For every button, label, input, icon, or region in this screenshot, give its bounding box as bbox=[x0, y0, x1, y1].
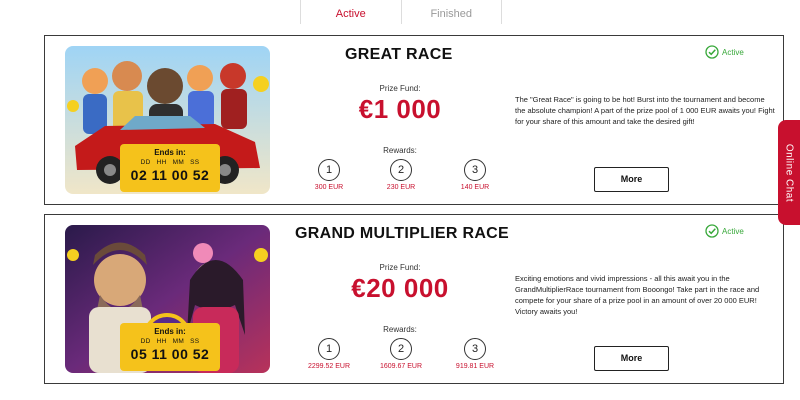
prize-fund-value: €1 000 bbox=[358, 94, 442, 124]
tournament-card-great-race: Ends in: DD HH MM SS 02 11 00 52 GREAT R… bbox=[44, 35, 784, 205]
reward-amount: 1609.67 EUR bbox=[379, 363, 423, 370]
tournament-tabs: Active Finished bbox=[300, 0, 502, 24]
prize-fund-label: Prize Fund: bbox=[379, 84, 421, 93]
tournament-card-grand-multiplier-race: Ends in: DD HH MM SS 05 11 00 52 GRAND M… bbox=[44, 214, 784, 384]
timer-unit-seconds: SS bbox=[190, 338, 200, 345]
reward-amount: 919.81 EUR bbox=[455, 363, 495, 370]
rewards-label: Rewards: bbox=[383, 146, 417, 155]
tournament-description: Exciting emotions and vivid impressions … bbox=[515, 274, 760, 316]
status-badge: Active bbox=[705, 224, 744, 238]
timer-unit-hours: HH bbox=[156, 338, 167, 345]
countdown-timer: Ends in: DD HH MM SS 02 11 00 52 bbox=[120, 144, 220, 192]
reward-place: 2 bbox=[390, 338, 412, 360]
tournament-title: GREAT RACE bbox=[345, 46, 453, 63]
timer-unit-hours: HH bbox=[156, 159, 167, 166]
reward-third: 3 919.81 EUR bbox=[445, 338, 505, 370]
online-chat-label: Online Chat bbox=[783, 143, 795, 202]
reward-place: 3 bbox=[464, 338, 486, 360]
reward-place: 1 bbox=[318, 159, 340, 181]
countdown-timer: Ends in: DD HH MM SS 05 11 00 52 bbox=[120, 323, 220, 371]
reward-second: 2 1609.67 EUR bbox=[371, 338, 431, 370]
tournament-title: GRAND MULTIPLIER RACE bbox=[295, 225, 509, 242]
timer-units: DD HH MM SS bbox=[120, 159, 220, 166]
reward-place: 2 bbox=[390, 159, 412, 181]
reward-third: 3 140 EUR bbox=[445, 159, 505, 191]
tab-active[interactable]: Active bbox=[301, 0, 402, 24]
prize-fund-label: Prize Fund: bbox=[379, 263, 421, 272]
reward-place: 1 bbox=[318, 338, 340, 360]
tab-finished[interactable]: Finished bbox=[402, 0, 502, 24]
reward-amount: 300 EUR bbox=[314, 184, 344, 191]
reward-amount: 2299.52 EUR bbox=[307, 363, 351, 370]
timer-units: DD HH MM SS bbox=[120, 338, 220, 345]
timer-label: Ends in: bbox=[154, 148, 186, 157]
prize-fund-value: €20 000 bbox=[351, 273, 449, 303]
timer-unit-days: DD bbox=[140, 338, 151, 345]
status-badge: Active bbox=[705, 45, 744, 59]
status-text: Active bbox=[722, 226, 744, 236]
timer-unit-seconds: SS bbox=[190, 159, 200, 166]
status-text: Active bbox=[722, 47, 744, 57]
reward-amount: 230 EUR bbox=[386, 184, 416, 191]
reward-second: 2 230 EUR bbox=[371, 159, 431, 191]
check-circle-icon bbox=[705, 224, 719, 238]
online-chat-button[interactable]: Online Chat bbox=[778, 120, 800, 225]
rewards-label: Rewards: bbox=[383, 325, 417, 334]
reward-amount: 140 EUR bbox=[460, 184, 490, 191]
timer-label: Ends in: bbox=[154, 327, 186, 336]
timer-value: 05 11 00 52 bbox=[130, 346, 210, 362]
reward-first: 1 300 EUR bbox=[299, 159, 359, 191]
more-button[interactable]: More bbox=[594, 167, 669, 192]
timer-unit-minutes: MM bbox=[172, 159, 185, 166]
reward-place: 3 bbox=[464, 159, 486, 181]
tournament-description: The "Great Race" is going to be hot! Bur… bbox=[515, 95, 775, 126]
timer-unit-minutes: MM bbox=[172, 338, 185, 345]
more-button[interactable]: More bbox=[594, 346, 669, 371]
reward-first: 1 2299.52 EUR bbox=[299, 338, 359, 370]
check-circle-icon bbox=[705, 45, 719, 59]
timer-unit-days: DD bbox=[140, 159, 151, 166]
timer-value: 02 11 00 52 bbox=[130, 167, 210, 183]
